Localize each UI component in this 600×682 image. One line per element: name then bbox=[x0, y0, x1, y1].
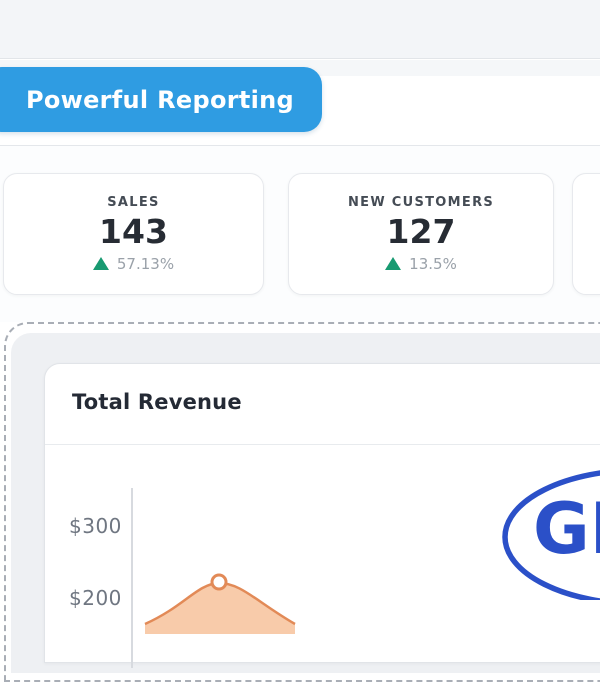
tab-label: Powerful Reporting bbox=[25, 85, 295, 114]
top-bar bbox=[0, 0, 600, 59]
delta-percentage: 57.13% bbox=[116, 254, 175, 273]
revenue-card-title: Total Revenue bbox=[72, 390, 242, 414]
trend-up-icon bbox=[385, 257, 402, 271]
revenue-point-marker[interactable] bbox=[210, 573, 228, 591]
stat-label: NEW CUSTOMERS bbox=[347, 195, 495, 211]
powerful-reporting-tab[interactable]: Powerful Reporting bbox=[0, 67, 322, 132]
stat-value: 143 bbox=[99, 212, 168, 252]
stat-card-cropped bbox=[572, 173, 600, 295]
stat-label: SALES bbox=[107, 195, 160, 211]
stat-delta: 57.13% bbox=[92, 254, 175, 273]
stat-value: 127 bbox=[386, 212, 456, 252]
stat-card-new-customers: NEW CUSTOMERS 127 13.5% bbox=[288, 173, 554, 295]
stat-delta: 13.5% bbox=[385, 255, 457, 273]
y-axis-line bbox=[131, 488, 133, 668]
trend-up-icon bbox=[92, 257, 109, 271]
stat-card-sales: SALES 143 57.13% bbox=[3, 173, 264, 295]
total-revenue-card: Total Revenue $300 $200 bbox=[44, 363, 600, 668]
y-tick-300: $300 bbox=[69, 514, 122, 538]
y-tick-200: $200 bbox=[69, 586, 122, 610]
card-header-divider bbox=[45, 444, 600, 445]
revenue-area-fill bbox=[145, 583, 295, 634]
delta-percentage: 13.5% bbox=[409, 254, 457, 273]
